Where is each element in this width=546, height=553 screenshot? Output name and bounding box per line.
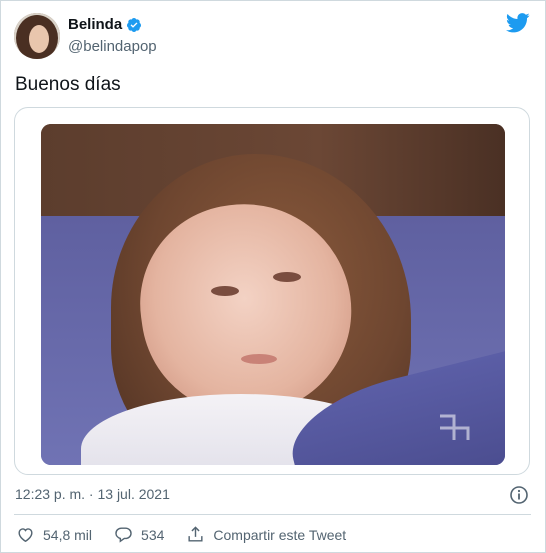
- like-count: 54,8 mil: [43, 526, 93, 543]
- tweet-photo[interactable]: [41, 124, 505, 465]
- photo-eye-right: [273, 272, 301, 282]
- heart-icon: [18, 528, 33, 543]
- tweet-timestamp[interactable]: 12:23 p. m. · 13 jul. 2021: [15, 486, 170, 502]
- photo-mouth: [241, 354, 277, 364]
- divider: [14, 514, 531, 515]
- tv-network-logo-icon: [440, 414, 470, 440]
- like-button[interactable]: 54,8 mil: [16, 525, 92, 544]
- tweet-card: Belinda @belindapop Buenos días 12:23 p.…: [0, 0, 546, 553]
- verified-badge-icon: [127, 17, 142, 32]
- reply-button[interactable]: 534: [114, 525, 164, 544]
- photo-eye-left: [211, 286, 239, 296]
- share-icon: [188, 526, 203, 542]
- twitter-bird-icon[interactable]: [506, 13, 530, 33]
- tweet-text: Buenos días: [15, 74, 121, 95]
- display-name[interactable]: Belinda: [68, 16, 122, 33]
- name-row: Belinda: [68, 16, 142, 33]
- share-button[interactable]: Compartir este Tweet: [186, 525, 346, 544]
- share-label: Compartir este Tweet: [213, 526, 347, 543]
- info-icon[interactable]: [509, 485, 529, 505]
- reply-bubble-icon: [115, 527, 132, 543]
- media-card[interactable]: [14, 107, 530, 475]
- avatar-face: [29, 25, 49, 53]
- handle[interactable]: @belindapop: [68, 38, 157, 55]
- tweet-actions: 54,8 mil 534 Compartir este Tweet: [16, 525, 368, 544]
- reply-count: 534: [141, 526, 165, 543]
- avatar[interactable]: [14, 13, 60, 59]
